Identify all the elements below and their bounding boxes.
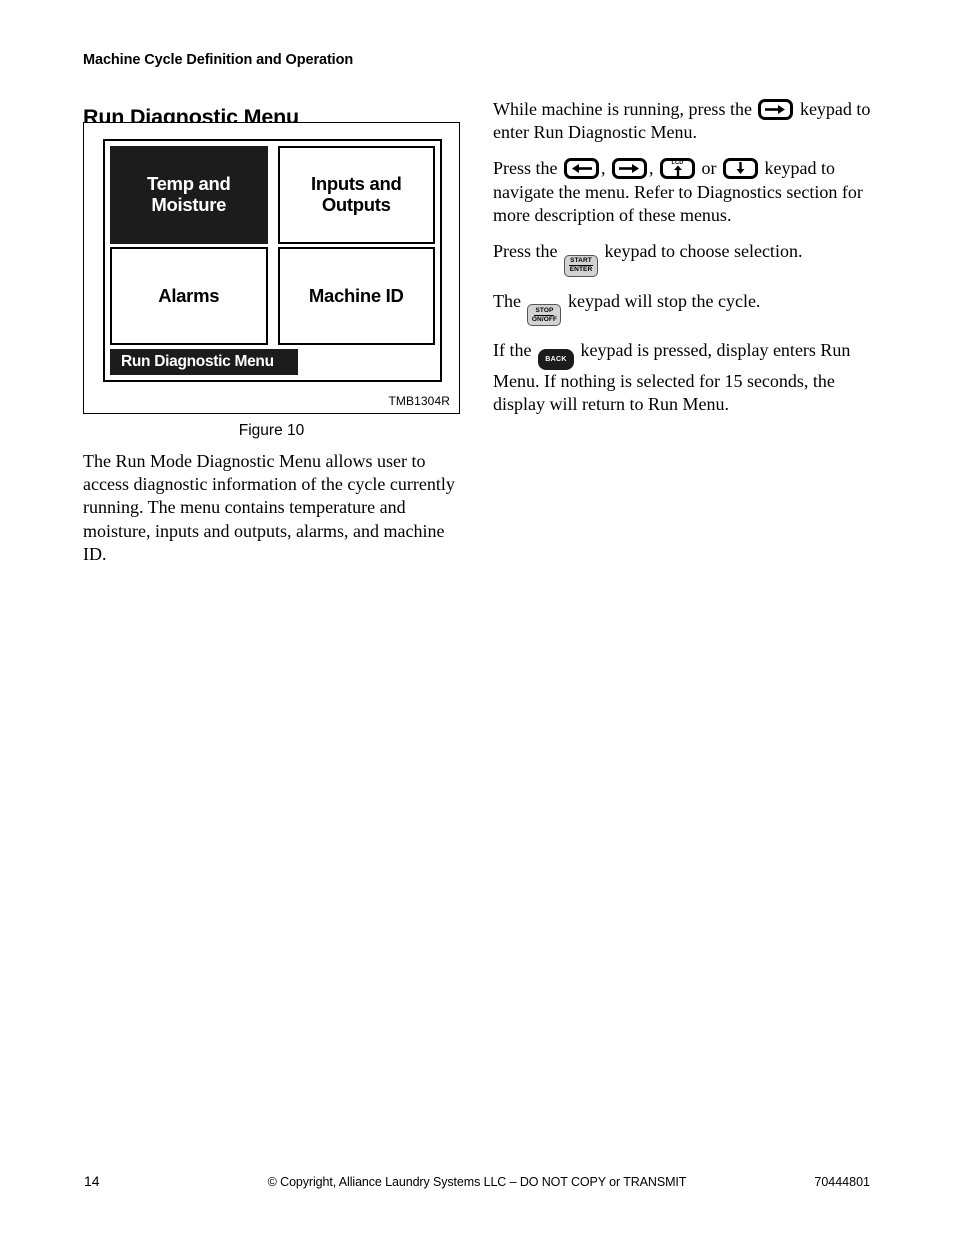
right-column: While machine is running, press the keyp…: [493, 98, 873, 430]
p2-comma-2: ,: [649, 158, 654, 179]
p2-text-a: Press the: [493, 158, 558, 179]
lcd-display-panel: Temp and Moisture Inputs and Outputs Ala…: [103, 139, 442, 382]
menu-tile-alarms[interactable]: Alarms: [110, 247, 268, 345]
instruction-paragraph-1: While machine is running, press the keyp…: [493, 98, 873, 144]
status-bar: Run Diagnostic Menu: [110, 349, 298, 375]
p4-text-a: The: [493, 290, 521, 311]
figure-code-label: TMB1304R: [388, 394, 450, 408]
start-enter-key-icon[interactable]: START ENTER: [564, 254, 598, 277]
instruction-paragraph-5: If the BACK keypad is pressed, display e…: [493, 339, 873, 416]
footer-copyright: © Copyright, Alliance Laundry Systems LL…: [267, 1175, 687, 1189]
p3-text-b: keypad to choose selection.: [604, 241, 803, 262]
menu-tile-grid: Temp and Moisture Inputs and Outputs Ala…: [110, 146, 435, 345]
right-arrow-icon[interactable]: [758, 99, 794, 120]
instruction-paragraph-4: The STOP ON/OFF keypad will stop the cycl…: [493, 290, 873, 327]
menu-tile-temp-and-moisture[interactable]: Temp and Moisture: [110, 146, 268, 244]
p1-text-a: While machine is running, press the: [493, 99, 752, 119]
footer-document-number: 70444801: [814, 1175, 870, 1189]
p3-text-a: Press the: [493, 241, 558, 262]
running-head: Machine Cycle Definition and Operation: [83, 52, 354, 68]
p2-or: or: [701, 158, 717, 179]
instruction-paragraph-2: Press the , , LCD or keypad to navigate …: [493, 157, 873, 227]
stop-line-1: STOP: [534, 306, 555, 316]
instruction-paragraph-3: Press the START ENTER keypad to choose se…: [493, 240, 873, 277]
menu-tile-machine-id[interactable]: Machine ID: [277, 247, 435, 345]
figure-frame: Temp and Moisture Inputs and Outputs Ala…: [83, 122, 460, 414]
lcd-up-arrow-icon[interactable]: LCD: [660, 158, 695, 180]
start-enter-line-1: START: [569, 257, 593, 267]
lcd-inner: Temp and Moisture Inputs and Outputs Ala…: [105, 141, 440, 380]
back-key-icon[interactable]: BACK: [537, 349, 574, 371]
right-arrow-icon-2[interactable]: [612, 158, 647, 180]
left-arrow-icon[interactable]: [564, 158, 599, 180]
stop-line-2: ON/OFF: [531, 315, 558, 323]
stop-onoff-key-icon[interactable]: STOP ON/OFF: [527, 304, 562, 327]
start-enter-line-2: ENTER: [569, 266, 593, 274]
figure-caption: Figure 10: [238, 422, 305, 439]
p2-comma-1: ,: [601, 158, 606, 179]
down-arrow-icon[interactable]: [723, 158, 758, 180]
figure-block: Temp and Moisture Inputs and Outputs Ala…: [83, 122, 460, 440]
left-body-paragraph: The Run Mode Diagnostic Menu allows user…: [83, 451, 455, 564]
p4-text-b: keypad will stop the cycle.: [567, 290, 761, 311]
menu-tile-inputs-and-outputs[interactable]: Inputs and Outputs: [277, 146, 435, 244]
p5-text-a: If the: [493, 340, 532, 361]
